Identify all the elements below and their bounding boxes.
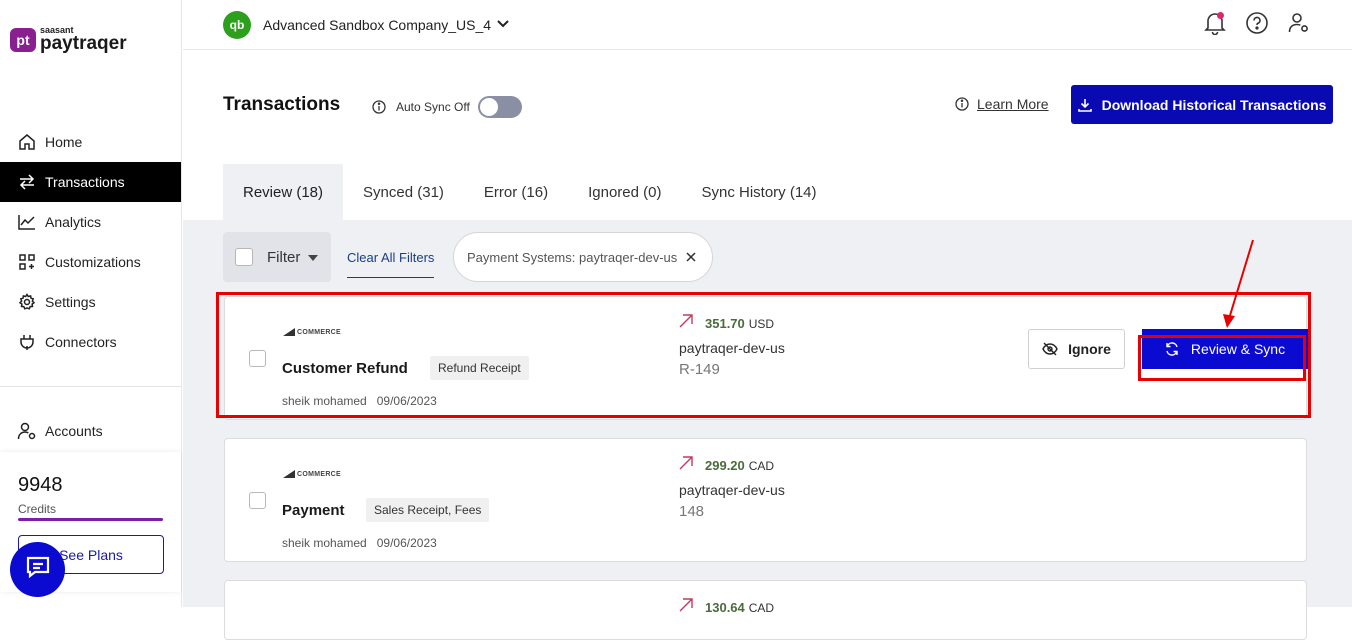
arrow-up-right-icon: [679, 598, 693, 617]
tab-error[interactable]: Error (16): [464, 164, 568, 220]
sidebar-item-customizations[interactable]: Customizations: [0, 242, 181, 282]
highlight-box-button: [1138, 335, 1306, 381]
transfer-icon: [17, 172, 37, 192]
help-icon: [1245, 11, 1269, 40]
transaction-user: sheik mohamed: [282, 536, 367, 550]
company-selector[interactable]: Advanced Sandbox Company_US_4: [263, 17, 491, 33]
sidebar-item-label: Home: [45, 134, 83, 150]
transaction-ref: 148: [679, 503, 705, 520]
credits-label: Credits: [18, 502, 57, 516]
toggle-knob: [479, 98, 498, 116]
quickbooks-icon: qb: [223, 11, 251, 39]
info-icon: [372, 100, 386, 114]
filter-label: Filter: [267, 248, 301, 266]
sidebar-divider: [0, 386, 181, 387]
customizations-icon: [17, 252, 37, 272]
sidebar-item-connectors[interactable]: Connectors: [0, 322, 181, 362]
auto-sync-label: Auto Sync Off: [396, 100, 470, 114]
select-all-checkbox[interactable]: [235, 248, 253, 266]
sidebar: pt saasant paytraqer Home Transactions A…: [0, 0, 182, 607]
caret-down-icon: [308, 248, 319, 266]
notifications-button[interactable]: [1202, 12, 1228, 38]
filter-chip: Payment Systems: paytraqer-dev-us: [453, 232, 713, 282]
sidebar-item-settings[interactable]: Settings: [0, 282, 181, 322]
logo-mark: pt: [10, 27, 36, 52]
credits-value: 9948: [18, 474, 63, 496]
home-icon: [17, 132, 37, 152]
help-button[interactable]: [1244, 11, 1270, 40]
accounts-section: Accounts: [0, 411, 181, 451]
logo-name: paytraqer: [40, 33, 127, 54]
transaction-tabs: Review (18) Synced (31) Error (16) Ignor…: [223, 164, 837, 220]
analytics-icon: [17, 212, 37, 232]
download-label: Download Historical Transactions: [1101, 96, 1327, 113]
transaction-type-badge: Sales Receipt, Fees: [366, 498, 490, 522]
sidebar-item-label: Settings: [45, 294, 96, 310]
sidebar-item-home[interactable]: Home: [0, 122, 181, 162]
chat-icon: [25, 555, 51, 584]
chat-support-button[interactable]: [10, 542, 65, 597]
transaction-amount: 130.64: [705, 600, 745, 615]
download-icon: [1077, 98, 1092, 112]
transaction-currency: CAD: [748, 458, 775, 473]
user-settings-button[interactable]: [1286, 12, 1312, 38]
tab-review[interactable]: Review (18): [223, 164, 344, 220]
notification-dot: [1217, 12, 1224, 19]
transaction-card: COMMERCE Payment Sales Receipt, Fees she…: [224, 438, 1307, 562]
sidebar-nav: Home Transactions Analytics Customizatio…: [0, 122, 181, 362]
source-label: COMMERCE: [297, 470, 342, 478]
filter-chip-label: Payment Systems: paytraqer-dev-us: [467, 249, 678, 265]
page-title: Transactions: [223, 94, 341, 115]
annotation-arrow-icon: [1223, 239, 1254, 328]
clear-all-filters-link[interactable]: Clear All Filters: [347, 250, 435, 278]
sidebar-item-label: Transactions: [45, 174, 125, 190]
paytraqer-logo[interactable]: pt saasant paytraqer: [10, 26, 127, 53]
user-settings-icon: [1288, 12, 1310, 39]
bigcommerce-logo: COMMERCE: [283, 470, 341, 478]
tab-sync-history[interactable]: Sync History (14): [681, 164, 836, 220]
learn-more-link[interactable]: Learn More: [977, 96, 1049, 112]
plug-icon: [17, 332, 37, 352]
close-icon[interactable]: [686, 250, 696, 265]
chevron-down-icon[interactable]: [496, 16, 510, 35]
auto-sync-control: Auto Sync Off: [372, 96, 522, 118]
info-icon: [955, 97, 969, 111]
sidebar-item-label: Connectors: [45, 334, 117, 350]
top-bar: qb Advanced Sandbox Company_US_4: [183, 0, 1352, 50]
payment-account: paytraqer-dev-us: [679, 482, 785, 498]
credits-progress-bar: [18, 518, 163, 521]
download-historical-button[interactable]: Download Historical Transactions: [1071, 85, 1333, 124]
transaction-date: 09/06/2023: [376, 536, 437, 550]
accounts-label: Accounts: [45, 423, 103, 439]
bigcommerce-mark: [283, 470, 295, 478]
amount-row: 130.64 CAD: [679, 598, 774, 617]
tab-synced[interactable]: Synced (31): [343, 164, 464, 220]
amount-row: 299.20 CAD: [679, 456, 774, 475]
learn-more: Learn More: [955, 96, 1049, 112]
auto-sync-toggle[interactable]: [477, 96, 522, 118]
sidebar-item-label: Customizations: [45, 254, 141, 270]
row-checkbox[interactable]: [249, 492, 266, 509]
sidebar-item-analytics[interactable]: Analytics: [0, 202, 181, 242]
filter-dropdown[interactable]: Filter: [223, 232, 331, 282]
transaction-currency: CAD: [748, 600, 775, 615]
tab-ignored[interactable]: Ignored (0): [568, 164, 681, 220]
transaction-amount: 299.20: [705, 458, 745, 473]
transaction-meta: sheik mohamed 09/06/2023: [282, 536, 437, 550]
transaction-title: Payment: [282, 502, 345, 519]
sidebar-item-accounts[interactable]: Accounts: [0, 411, 181, 451]
gear-icon: [17, 292, 37, 312]
arrow-up-right-icon: [679, 456, 693, 475]
sidebar-item-label: Analytics: [45, 214, 102, 230]
user-settings-icon: [17, 421, 37, 441]
sidebar-item-transactions[interactable]: Transactions: [0, 162, 181, 202]
transaction-card: 130.64 CAD: [224, 580, 1307, 640]
